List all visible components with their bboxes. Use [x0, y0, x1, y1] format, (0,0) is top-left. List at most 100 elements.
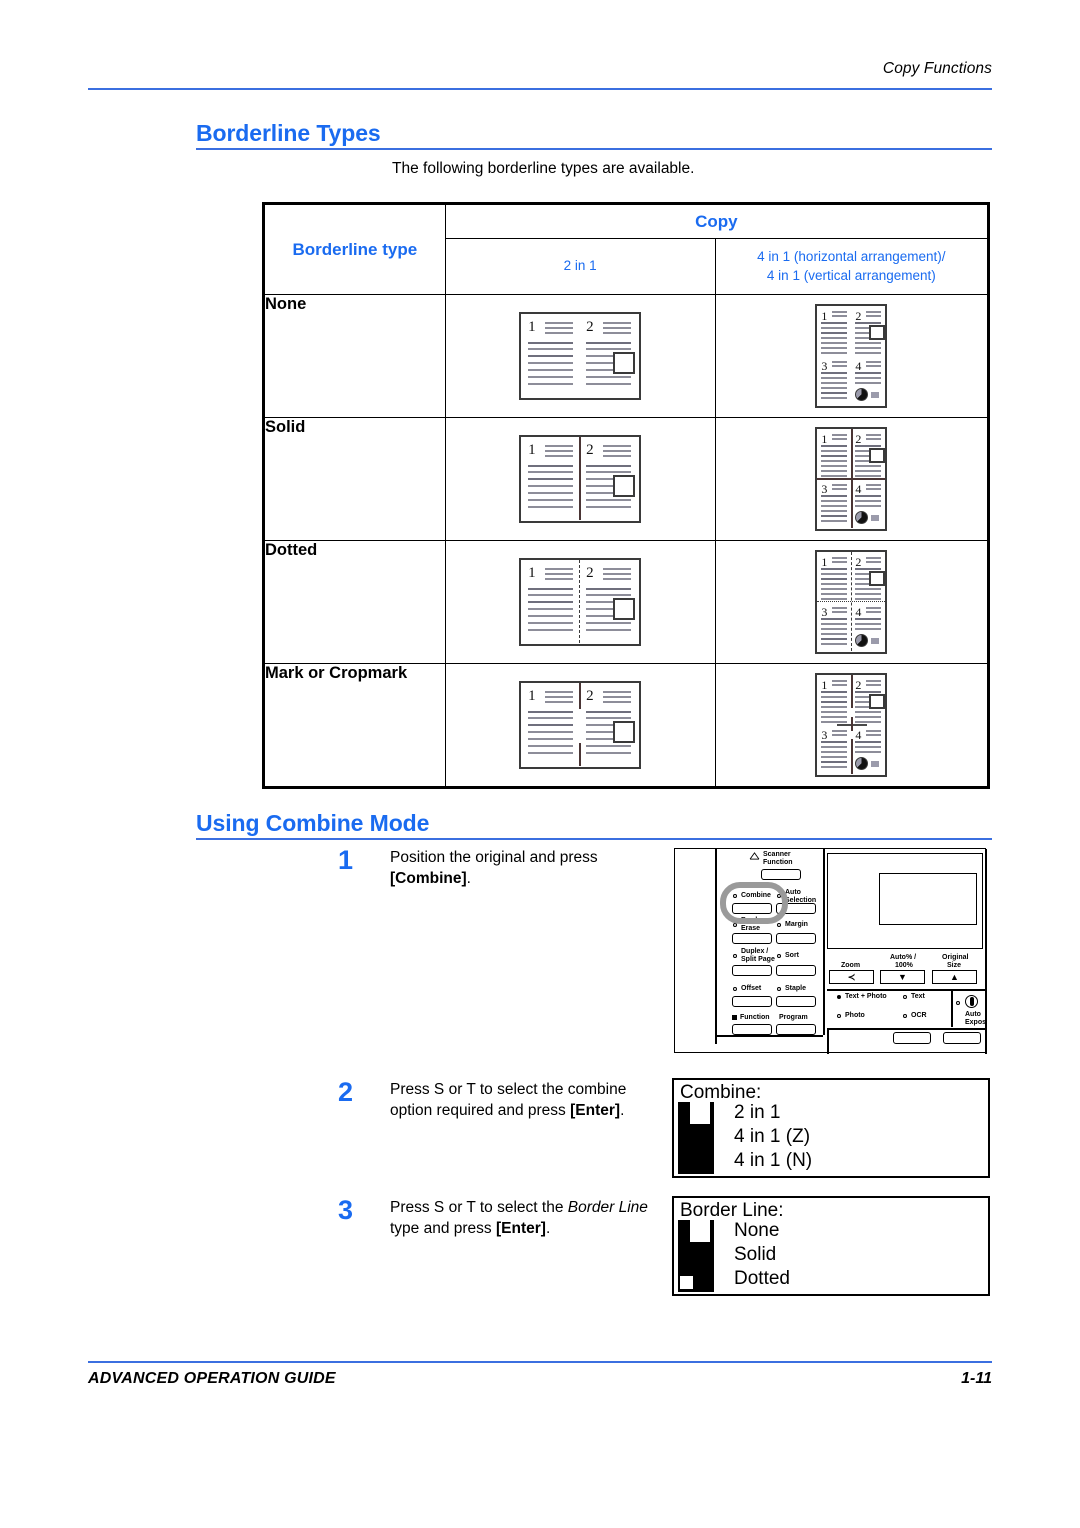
- step-2-text-a: Press S or T to select the: [390, 1081, 564, 1098]
- cropmark-h-right: [853, 724, 868, 726]
- footer-guide-title: ADVANCED OPERATION GUIDE: [88, 1370, 336, 1387]
- label-scanner-function-line1: Scanner: [763, 851, 791, 858]
- page-number: 2: [586, 442, 594, 458]
- original-size-button[interactable]: ▲: [932, 970, 977, 984]
- row-label-mark-or-cropmark: Mark or Cropmark: [263, 663, 446, 788]
- pie-chart-icon: [855, 634, 869, 647]
- label-auto-percent-line2: 100%: [895, 962, 913, 969]
- control-panel-illustration: Scanner Function Combine Auto Selection …: [674, 848, 987, 1054]
- offset-button[interactable]: [732, 996, 772, 1007]
- step-3-text-f: .: [545, 1220, 551, 1238]
- page-number: 1: [821, 678, 828, 692]
- photo-led-icon: [837, 1014, 841, 1018]
- table-header-borderline-type: Borderline type: [263, 203, 446, 295]
- ocr-led-icon: [903, 1014, 907, 1018]
- page-number: 4: [855, 605, 862, 619]
- function-button[interactable]: [732, 1024, 772, 1035]
- step-2-key-enter: [Enter]: [570, 1102, 621, 1120]
- lcd-border-line-title: Border Line:: [680, 1200, 784, 1221]
- text-photo-led-icon: [837, 995, 841, 999]
- combine-button-highlight: [720, 882, 788, 924]
- page-number: 1: [821, 555, 828, 569]
- using-combine-mode-rule: [196, 838, 992, 840]
- label-original-size-line1: Original: [942, 954, 969, 961]
- table-header-borderline-type-label: Borderline type: [292, 239, 418, 259]
- program-button[interactable]: [776, 1024, 816, 1035]
- zoom-button[interactable]: ≺: [829, 970, 874, 984]
- illustration-4in1-dotted: 1 2 3 4: [815, 550, 888, 654]
- table-row: Solid 1 2 1 2 3 4: [263, 417, 990, 541]
- image-placeholder: [869, 694, 886, 709]
- footer-page-number: 1-11: [961, 1370, 992, 1387]
- scanner-function-button[interactable]: [761, 869, 801, 880]
- cropmark-v-top: [851, 675, 853, 708]
- borderline-types-table: Borderline type Copy 2 in 1 4 in 1 (hori…: [262, 202, 990, 789]
- page-number: 1: [528, 565, 536, 581]
- step-2-text-c: press: [527, 1102, 571, 1120]
- image-placeholder: [613, 352, 636, 374]
- bottom-button-2[interactable]: [943, 1032, 981, 1044]
- step-1-text-c: .: [466, 870, 471, 888]
- table-header-row: Borderline type Copy: [263, 203, 990, 295]
- page-title-using-combine-mode: Using Combine Mode: [196, 810, 430, 836]
- lcd-border-line-scroll-thumb[interactable]: [690, 1220, 710, 1242]
- label-text-photo: Text + Photo: [845, 993, 887, 1000]
- illustration-4in1-solid: 1 2 3 4: [815, 427, 888, 531]
- label-border-erase-line2: Erase: [741, 925, 761, 932]
- lcd-border-line-option-1[interactable]: None: [734, 1220, 779, 1242]
- lcd-border-line-option-3[interactable]: Dotted: [734, 1268, 790, 1290]
- auto-percent-button[interactable]: ▼: [880, 970, 925, 984]
- cropmark-v-bottom: [851, 739, 853, 774]
- step-number-2: 2: [338, 1077, 354, 1107]
- sort-button[interactable]: [776, 965, 816, 976]
- label-original-size-line2: Size: [947, 962, 962, 969]
- cell-mark-2in1: 1 2: [444, 663, 716, 788]
- text-led-icon: [903, 995, 907, 999]
- step-number-1: 1: [338, 845, 354, 875]
- image-placeholder: [613, 721, 636, 743]
- lcd-border-line-scroll-marker[interactable]: [680, 1276, 693, 1289]
- label-function: Function: [740, 1014, 770, 1021]
- step-3-text-a: Press S or T to select the: [390, 1199, 568, 1216]
- pie-chart-icon: [855, 388, 869, 401]
- page-number: 3: [821, 482, 828, 496]
- footer-rule: [88, 1361, 992, 1363]
- image-placeholder: [869, 325, 886, 340]
- lcd-combine-option-3[interactable]: 4 in 1 (N): [734, 1150, 812, 1172]
- illustration-4in1-mark: 1 2 3 4: [815, 673, 888, 777]
- lcd-border-line-option-2[interactable]: Solid: [734, 1244, 776, 1266]
- lcd-combine-option-1[interactable]: 2 in 1: [734, 1102, 780, 1124]
- border-erase-button[interactable]: [732, 933, 772, 944]
- cell-dotted-2in1: 1 2: [444, 540, 716, 664]
- label-photo: Photo: [845, 1012, 865, 1019]
- staple-button[interactable]: [776, 996, 816, 1007]
- page-number: 1: [528, 442, 536, 458]
- cell-solid-4in1: 1 2 3 4: [714, 417, 990, 541]
- table-header-2in1-label: 2 in 1: [563, 258, 597, 274]
- table-row: Mark or Cropmark 1 2 1 2 3 4: [263, 663, 990, 788]
- borderline-types-intro: The following borderline types are avail…: [392, 160, 695, 177]
- row-label-solid: Solid: [263, 417, 446, 541]
- page-number: 4: [855, 728, 862, 742]
- step-1-key-combine: [Combine]: [390, 870, 467, 888]
- page-number: 2: [855, 678, 862, 692]
- label-duplex-line2: Split Page: [741, 956, 775, 963]
- image-placeholder: [613, 598, 636, 620]
- lcd-combine-option-2[interactable]: 4 in 1 (Z): [734, 1126, 810, 1148]
- label-scanner-function-line2: Function: [763, 859, 793, 866]
- illustration-2in1-dotted: 1 2: [519, 558, 642, 646]
- table-row: None 1 2 1 2 3 4: [263, 294, 990, 418]
- lcd-combine-scroll-thumb[interactable]: [690, 1102, 710, 1124]
- step-1-text-a: Position the original and press: [390, 849, 598, 866]
- cell-mark-4in1: 1 2 3 4: [714, 663, 990, 788]
- image-placeholder: [613, 475, 636, 497]
- dotted-border-line: [579, 560, 581, 643]
- bottom-button-1[interactable]: [893, 1032, 931, 1044]
- duplex-split-page-button[interactable]: [732, 965, 772, 976]
- row-label-dotted: Dotted: [263, 540, 446, 664]
- label-auto-exposure-line1: Auto: [965, 1011, 981, 1018]
- pie-chart-icon: [855, 757, 869, 770]
- page-number: 4: [855, 482, 862, 496]
- label-auto-exposure-line2: Expos: [965, 1019, 987, 1026]
- margin-button[interactable]: [776, 933, 816, 944]
